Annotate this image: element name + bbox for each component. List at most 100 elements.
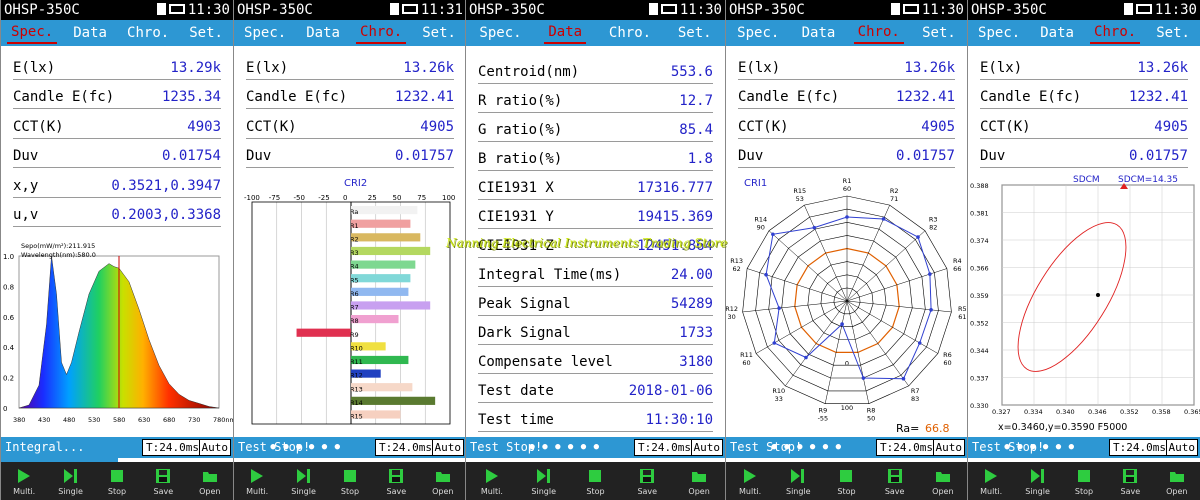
multi-button[interactable]: Multi.	[473, 467, 511, 496]
x-tick-label: 0.340	[1056, 408, 1075, 416]
save-button[interactable]: Save	[144, 467, 182, 496]
page-indicator: ● ● ● ● ● ●	[771, 442, 842, 452]
reading-label: G ratio(%)	[478, 122, 563, 138]
tab-spec[interactable]: Spec.	[974, 23, 1024, 43]
save-button[interactable]: Save	[876, 467, 914, 496]
cri-point	[861, 376, 866, 380]
toolbar-label: Open	[199, 486, 221, 496]
integration-time-field[interactable]: T:24.0ms	[142, 439, 203, 456]
radar-spoke	[747, 268, 848, 302]
tab-chro[interactable]: Chro.	[605, 23, 655, 43]
stop-icon	[110, 469, 123, 482]
tab-spec[interactable]: Spec.	[240, 23, 290, 43]
multi-button[interactable]: Multi.	[972, 467, 1010, 496]
device-name: OHSP-350C	[237, 2, 313, 18]
stop-button[interactable]: Stop	[827, 467, 865, 496]
ring-label: 0	[845, 360, 849, 368]
tab-data[interactable]: Data	[302, 23, 344, 43]
tab-data[interactable]: Data	[69, 23, 111, 43]
stop-button[interactable]: Stop	[576, 467, 614, 496]
tab-chro[interactable]: Chro.	[123, 23, 173, 43]
integration-time-field[interactable]: T:24.0ms	[634, 439, 695, 456]
save-button[interactable]: Save	[628, 467, 666, 496]
tab-data[interactable]: Data	[1036, 23, 1078, 43]
axis-label: R14	[754, 215, 767, 223]
auto-button[interactable]: Auto	[198, 439, 231, 456]
single-button[interactable]: Single	[525, 467, 563, 496]
reading-value: 0.01757	[895, 148, 955, 164]
step-icon	[296, 468, 310, 483]
tab-set[interactable]: Set.	[418, 23, 460, 43]
single-button[interactable]: Single	[52, 467, 90, 496]
multi-button[interactable]: Multi.	[731, 467, 769, 496]
auto-button[interactable]: Auto	[932, 439, 965, 456]
toolbar-label: Multi.	[480, 486, 503, 496]
tab-set[interactable]: Set.	[918, 23, 960, 43]
stop-button[interactable]: Stop	[331, 467, 369, 496]
auto-button[interactable]: Auto	[1165, 439, 1198, 456]
bottom-toolbar: Multi. Single Stop Save Open	[968, 462, 1200, 500]
single-button[interactable]: Single	[1019, 467, 1057, 496]
stop-button[interactable]: Stop	[98, 467, 136, 496]
integration-time-field[interactable]: T:24.0ms	[1109, 439, 1170, 456]
tab-set[interactable]: Set.	[1152, 23, 1194, 43]
axis-value-label: 83	[911, 395, 919, 403]
category-label: R2	[350, 235, 359, 243]
axis-label: R8	[867, 406, 876, 414]
category-label: R12	[350, 372, 363, 380]
tab-spec[interactable]: Spec.	[733, 23, 783, 43]
tab-data[interactable]: Data	[798, 23, 840, 43]
save-button[interactable]: Save	[377, 467, 415, 496]
category-label: R10	[350, 344, 363, 352]
auto-button[interactable]: Auto	[690, 439, 723, 456]
tab-spec[interactable]: Spec.	[7, 22, 58, 44]
toolbar-label: Save	[884, 486, 905, 496]
toolbar-label: Single	[1025, 486, 1050, 496]
sd-card-icon	[156, 3, 166, 15]
tab-chro[interactable]: Chro.	[356, 22, 407, 44]
stop-button[interactable]: Stop	[1065, 467, 1103, 496]
multi-button[interactable]: Multi.	[238, 467, 276, 496]
single-button[interactable]: Single	[285, 467, 323, 496]
reading-value: 85.4	[679, 122, 713, 138]
x-tick-label: -25	[318, 194, 329, 202]
open-button[interactable]: Open	[424, 467, 462, 496]
tab-bar: Spec. Data Chro. Set.	[234, 20, 466, 46]
reading-label: CIE1931 X	[478, 180, 554, 196]
bottom-toolbar: Multi. Single Stop Save Open	[726, 462, 967, 500]
reading-label: Integral Time(ms)	[478, 267, 622, 283]
open-button[interactable]: Open	[191, 467, 229, 496]
sd-card-icon	[648, 3, 658, 15]
reading-label: CIE1931 Y	[478, 209, 554, 225]
cri-point	[929, 308, 933, 312]
integration-time-field[interactable]: T:24.0ms	[876, 439, 937, 456]
axis-label: R7	[911, 387, 920, 395]
tab-set[interactable]: Set.	[185, 23, 227, 43]
reading-label: Duv	[13, 148, 39, 164]
tab-data[interactable]: Data	[544, 22, 587, 44]
tab-set[interactable]: Set.	[674, 23, 716, 43]
reading-value: 0.3521,0.3947	[111, 177, 221, 194]
axis-value-label: 90	[757, 223, 765, 231]
status-clock: 11:30	[890, 0, 964, 20]
save-icon	[1123, 468, 1138, 483]
tab-chro[interactable]: Chro.	[853, 22, 904, 44]
multi-button[interactable]: Multi.	[5, 467, 43, 496]
open-button[interactable]: Open	[924, 467, 962, 496]
open-button[interactable]: Open	[680, 467, 718, 496]
tab-spec[interactable]: Spec.	[475, 23, 525, 43]
save-button[interactable]: Save	[1111, 467, 1149, 496]
auto-button[interactable]: Auto	[431, 439, 464, 456]
save-icon	[389, 468, 404, 483]
reading-label: Centroid(nm)	[478, 64, 580, 80]
toolbar-label: Single	[58, 486, 83, 496]
x-tick-label: 0.352	[1120, 408, 1139, 416]
bottom-toolbar: Multi. Single Stop Save Open	[1, 462, 233, 500]
tab-chro[interactable]: Chro.	[1090, 22, 1141, 44]
stop-icon	[343, 469, 356, 482]
open-button[interactable]: Open	[1158, 467, 1196, 496]
x-tick-label: 75	[417, 194, 426, 202]
single-button[interactable]: Single	[779, 467, 817, 496]
integration-time-field[interactable]: T:24.0ms	[375, 439, 436, 456]
status-bar: Test Stop! ● ● ● ● ● ● T:24.0ms Auto	[968, 437, 1200, 458]
